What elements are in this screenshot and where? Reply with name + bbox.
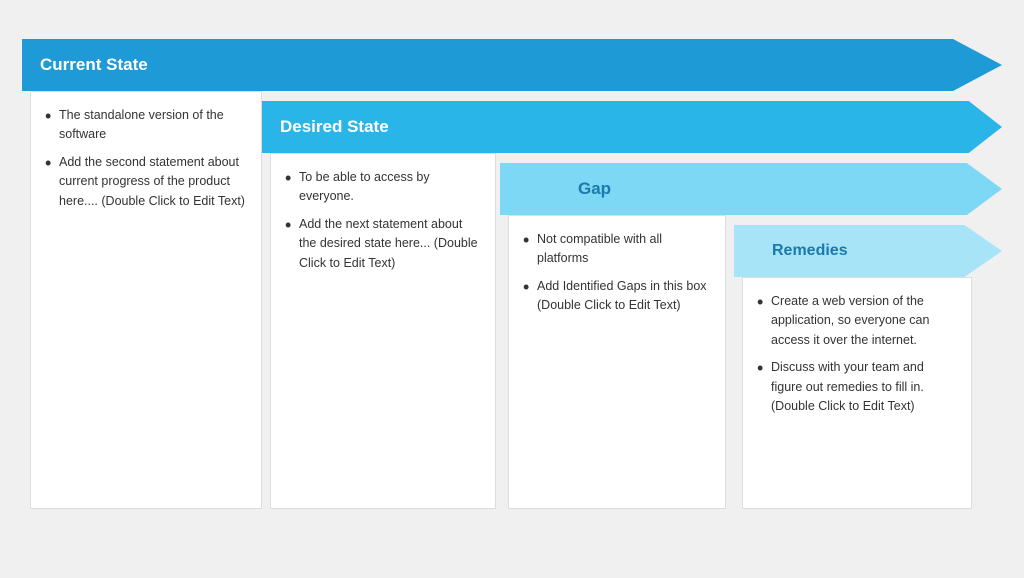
current-state-text-2: Add the second statement about current p…: [59, 153, 247, 211]
diagram-wrapper: Current State Desired State Gap Remedies…: [22, 29, 1002, 549]
current-state-arrow: Current State: [22, 39, 1002, 91]
gap-title: Gap: [578, 179, 611, 199]
gap-arrow: Gap: [500, 163, 1002, 215]
desired-state-text-1: To be able to access by everyone.: [299, 168, 481, 207]
remedies-text-2: Discuss with your team and figure out re…: [771, 358, 957, 416]
gap-text-2: Add Identified Gaps in this box (Double …: [537, 277, 711, 316]
bullet-dot-1: •: [45, 106, 59, 128]
bullet-dot-6: •: [523, 277, 537, 299]
current-state-text-1: The standalone version of the software: [59, 106, 247, 145]
gap-bullet-2: • Add Identified Gaps in this box (Doubl…: [523, 277, 711, 316]
bullet-dot-4: •: [285, 215, 299, 237]
bullet-dot-8: •: [757, 358, 771, 380]
desired-state-arrow: Desired State: [262, 101, 1002, 153]
bullet-dot-5: •: [523, 230, 537, 252]
desired-state-title: Desired State: [280, 117, 389, 137]
remedies-arrow: Remedies: [734, 225, 1002, 277]
current-state-box[interactable]: • The standalone version of the software…: [30, 91, 262, 509]
remedies-bullet-1: • Create a web version of the applicatio…: [757, 292, 957, 350]
current-state-title: Current State: [40, 55, 148, 75]
bullet-dot-7: •: [757, 292, 771, 314]
gap-bullet-1: • Not compatible with all platforms: [523, 230, 711, 269]
current-state-bullet-1: • The standalone version of the software: [45, 106, 247, 145]
bullet-dot-2: •: [45, 153, 59, 175]
arrows-container: Current State Desired State Gap Remedies…: [22, 29, 1002, 549]
desired-state-box[interactable]: • To be able to access by everyone. • Ad…: [270, 153, 496, 509]
remedies-bullet-2: • Discuss with your team and figure out …: [757, 358, 957, 416]
bullet-dot-3: •: [285, 168, 299, 190]
gap-text-1: Not compatible with all platforms: [537, 230, 711, 269]
desired-state-bullet-2: • Add the next statement about the desir…: [285, 215, 481, 273]
current-state-bullet-2: • Add the second statement about current…: [45, 153, 247, 211]
remedies-text-1: Create a web version of the application,…: [771, 292, 957, 350]
remedies-box[interactable]: • Create a web version of the applicatio…: [742, 277, 972, 509]
desired-state-bullet-1: • To be able to access by everyone.: [285, 168, 481, 207]
remedies-title: Remedies: [772, 242, 848, 260]
desired-state-text-2: Add the next statement about the desired…: [299, 215, 481, 273]
gap-box[interactable]: • Not compatible with all platforms • Ad…: [508, 215, 726, 509]
